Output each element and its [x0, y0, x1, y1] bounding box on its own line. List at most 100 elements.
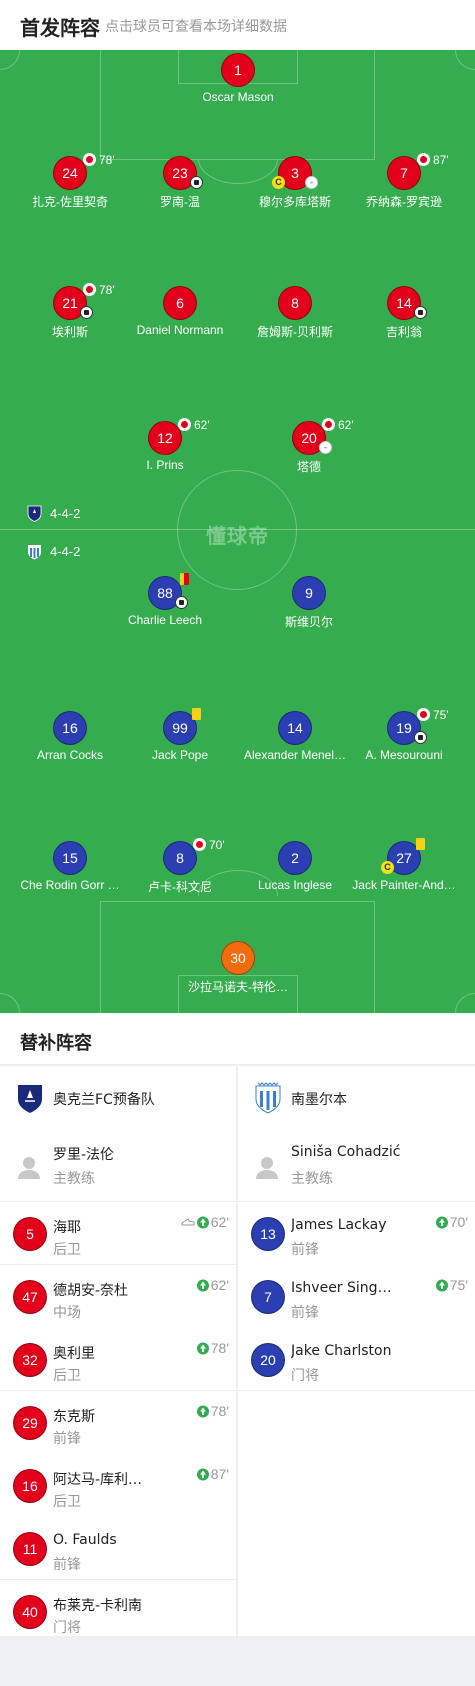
goal-ball-icon: [190, 176, 203, 189]
away-coach-row[interactable]: Siniša Cohadzić 主教练: [238, 1130, 475, 1202]
section-title: 首发阵容: [20, 16, 100, 40]
sub-out-icon: [193, 838, 206, 851]
player-number: 8: [278, 286, 312, 320]
player-marker[interactable]: 14 吉利翁: [334, 286, 474, 346]
starting-lineup-header: 首发阵容 点击球员可查看本场详细数据: [0, 0, 475, 50]
away-subs-column: 南墨尔本 Siniša Cohadzić 主教练 13 James Lackay…: [238, 1066, 475, 1636]
player-name: 斯维贝尔: [284, 615, 333, 629]
sub-on-indicator: 78': [196, 1340, 229, 1356]
corner-tr: [455, 50, 475, 70]
sub-player-position: 门将: [291, 1368, 319, 1384]
pitch: 懂球帝 4-4-2 4-4-2 1 Oscar Mason 24 78' 扎克-…: [0, 50, 475, 1013]
player-number: 9: [292, 576, 326, 610]
away-team-name: 南墨尔本: [291, 1092, 347, 1108]
corner-br: [455, 993, 475, 1013]
player-number: 30: [221, 941, 255, 975]
sub-player-row[interactable]: 11 O. Faulds 前锋: [0, 1517, 236, 1580]
sub-player-name: 阿达马-库利…: [53, 1472, 143, 1488]
sub-time: 62': [210, 1277, 229, 1293]
goal-ball-icon: [80, 306, 93, 319]
sub-on-indicator: 87': [196, 1466, 229, 1482]
sub-player-position: 前锋: [291, 1305, 319, 1321]
sub-time: 87': [433, 153, 449, 167]
assist-boot-icon: ⌁: [305, 176, 318, 189]
sub-player-name: Jake Charlston: [291, 1343, 392, 1359]
sub-player-position: 前锋: [53, 1431, 81, 1447]
sub-player-row[interactable]: 40 布莱克-卡利南 门将: [0, 1580, 236, 1643]
sub-in-icon: [196, 1468, 209, 1481]
sub-time: 78': [210, 1403, 229, 1419]
sub-player-number: 16: [13, 1469, 47, 1503]
sub-player-position: 后卫: [53, 1494, 81, 1510]
sub-on-indicator: 62': [196, 1277, 229, 1293]
sub-player-row[interactable]: 47 德胡安-奈杜 中场 62': [0, 1265, 236, 1328]
corner-tl: [0, 50, 20, 70]
away-team-row[interactable]: 南墨尔本: [238, 1066, 475, 1130]
sub-player-name: O. Faulds: [53, 1532, 117, 1548]
player-name: Jack Painter-And…: [352, 878, 456, 892]
sub-in-icon: [196, 1216, 209, 1229]
away-team-crest-icon: [255, 1082, 281, 1114]
lineup-page: { "header":{"title":"首发阵容","subtitle":"点…: [0, 0, 475, 1686]
sub-on-indicator: 78': [196, 1403, 229, 1419]
sub-out-icon: [83, 153, 96, 166]
goal-ball-icon: [414, 731, 427, 744]
player-name: I. Prins: [146, 458, 184, 472]
home-subs-column: 奥克兰FC预备队 罗里-法伦 主教练 5 海耶 后卫 62' 47 德胡安-奈杜…: [0, 1066, 237, 1636]
sub-in-icon: [196, 1405, 209, 1418]
sub-off-indicator: 62': [178, 418, 210, 432]
player-marker[interactable]: 20 62' ⌁ 塔德: [239, 418, 379, 481]
player-marker[interactable]: 1 Oscar Mason: [168, 53, 308, 113]
sub-player-position: 门将: [53, 1620, 81, 1636]
sub-out-icon: [322, 418, 335, 431]
sub-player-position: 前锋: [53, 1557, 81, 1573]
substitutes-header: 替补阵容: [0, 1013, 475, 1065]
player-marker[interactable]: 30 沙拉马诺夫-特伦…: [168, 941, 308, 1001]
player-name: 吉利翁: [385, 325, 422, 339]
second-yellow-card-icon: [180, 573, 189, 585]
sub-time: 62': [338, 418, 354, 432]
player-number: 24: [53, 156, 87, 190]
sub-player-row[interactable]: 20 Jake Charlston 门将: [238, 1328, 475, 1391]
player-marker[interactable]: 7 87' 乔纳森-罗宾逊: [334, 153, 474, 216]
sub-player-number: 40: [13, 1595, 47, 1629]
player-marker[interactable]: 19 75' A. Mesourouni: [334, 708, 474, 771]
player-name: 塔德: [296, 460, 321, 474]
coach-name: 罗里-法伦: [53, 1147, 115, 1163]
sub-off-indicator: 75': [417, 708, 449, 722]
sub-time: 78': [210, 1340, 229, 1356]
sub-player-name: James Lackay: [291, 1217, 387, 1233]
sub-player-row[interactable]: 16 阿达马-库利… 后卫 87': [0, 1454, 236, 1517]
home-team-row[interactable]: 奥克兰FC预备队: [0, 1066, 236, 1130]
player-marker[interactable]: 12 62' I. Prins: [95, 418, 235, 481]
sub-player-row[interactable]: 32 奥利里 后卫 78': [0, 1328, 236, 1391]
home-formation: 4-4-2: [27, 505, 80, 522]
sub-player-number: 20: [251, 1343, 285, 1377]
yellow-card-icon: [416, 838, 425, 850]
player-marker[interactable]: 88 Charlie Leech: [95, 573, 235, 636]
sub-off-indicator: 62': [322, 418, 354, 432]
sub-player-number: 5: [13, 1217, 47, 1251]
substitutes-title: 替补阵容: [20, 1033, 92, 1054]
home-coach-row[interactable]: 罗里-法伦 主教练: [0, 1130, 236, 1202]
sub-player-position: 后卫: [53, 1368, 81, 1384]
player-number: 1: [221, 53, 255, 87]
sub-player-row[interactable]: 29 东克斯 前锋 78': [0, 1391, 236, 1454]
sub-player-row[interactable]: 7 Ishveer Singh… 前锋 75': [238, 1265, 475, 1328]
sub-in-icon: [196, 1279, 209, 1292]
sub-out-icon: [83, 283, 96, 296]
sub-out-icon: [417, 708, 430, 721]
player-marker[interactable]: 9 斯维贝尔: [239, 576, 379, 636]
assist-boot-icon: [181, 1218, 195, 1226]
section-hint: 点击球员可查看本场详细数据: [105, 19, 287, 35]
home-formation-text: 4-4-2: [50, 506, 81, 521]
goal-ball-icon: [414, 306, 427, 319]
player-name: A. Mesourouni: [365, 748, 443, 762]
captain-badge: C: [381, 861, 394, 874]
sub-player-name: 东克斯: [53, 1409, 95, 1425]
player-marker[interactable]: 27 C Jack Painter-And…: [334, 838, 474, 901]
sub-player-row[interactable]: 13 James Lackay 前锋 70': [238, 1202, 475, 1265]
sub-player-row[interactable]: 5 海耶 后卫 62': [0, 1202, 236, 1265]
player-number: 8: [163, 841, 197, 875]
home-team-crest-icon: [18, 1085, 42, 1113]
